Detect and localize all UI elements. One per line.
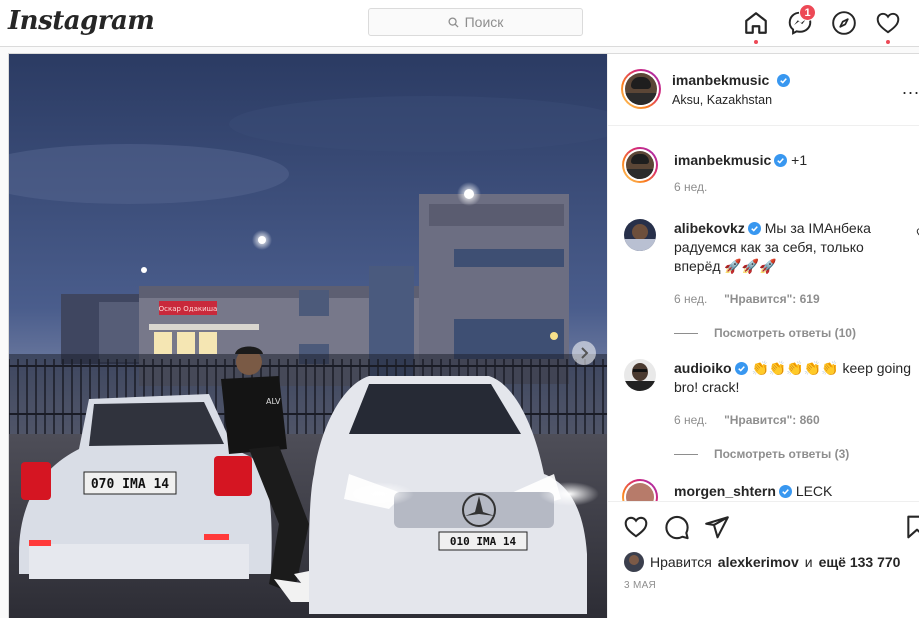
next-photo-button[interactable] xyxy=(572,341,596,365)
verified-badge-icon xyxy=(747,222,761,235)
more-options-button[interactable]: ... xyxy=(902,78,919,99)
verified-badge-icon xyxy=(734,362,748,375)
author-username[interactable]: imanbekmusic xyxy=(672,72,769,88)
verified-badge-icon xyxy=(776,74,790,87)
view-replies-button[interactable]: Посмотреть ответы (3) xyxy=(674,447,849,461)
like-icon[interactable] xyxy=(623,514,649,540)
view-replies-label: Посмотреть ответы (10) xyxy=(714,326,856,340)
compass-icon xyxy=(832,11,856,35)
comment-icon[interactable] xyxy=(664,514,690,540)
commenter-avatar[interactable] xyxy=(624,359,656,391)
comment-likes[interactable]: "Нравится": 619 xyxy=(724,292,820,306)
caption-avatar[interactable] xyxy=(626,151,654,179)
comment-time[interactable]: 6 нед. xyxy=(674,413,707,427)
post-photo[interactable]: Оскар Одакиша 070 IMA 14 ALV 010 IMA 14 xyxy=(9,54,607,618)
post-side-panel: imanbekmusic Aksu, Kazakhstan ... imanbe… xyxy=(607,54,919,618)
svg-text:Оскар Одакиша: Оскар Одакиша xyxy=(159,305,218,313)
activity-dot xyxy=(886,40,890,44)
verified-badge-icon xyxy=(774,154,788,167)
comment-username[interactable]: morgen_shtern xyxy=(674,483,776,499)
explore-button[interactable] xyxy=(831,10,857,36)
author-avatar[interactable] xyxy=(625,73,657,105)
comment-time[interactable]: 6 нед. xyxy=(674,180,707,194)
share-icon[interactable] xyxy=(704,514,730,540)
svg-text:ALV: ALV xyxy=(266,397,281,406)
liker-avatar xyxy=(624,552,644,572)
right-plate-text: 010 IMA 14 xyxy=(450,535,517,548)
comment-meta: 6 нед. "Нравится": 860 xyxy=(674,413,820,427)
photo-illustration: Оскар Одакиша 070 IMA 14 ALV 010 IMA 14 xyxy=(9,54,607,618)
verified-badge-icon xyxy=(778,485,792,498)
post-date[interactable]: 3 мая xyxy=(624,580,656,591)
home-button[interactable] xyxy=(743,10,769,44)
messages-badge: 1 xyxy=(799,4,816,21)
commenter-avatar[interactable] xyxy=(624,219,656,251)
view-replies-label: Посмотреть ответы (3) xyxy=(714,447,850,461)
home-icon xyxy=(745,12,767,34)
view-replies-button[interactable]: Посмотреть ответы (10) xyxy=(674,326,856,340)
nav-icons: 1 xyxy=(0,0,919,47)
likes-count[interactable]: ещё 133 770 xyxy=(819,554,901,570)
post-location[interactable]: Aksu, Kazakhstan xyxy=(672,93,772,107)
comment-meta: 6 нед. "Нравится": 619 xyxy=(674,292,820,306)
comment-username[interactable]: imanbekmusic xyxy=(674,152,771,168)
chevron-right-icon xyxy=(581,347,589,359)
likes-user[interactable]: alexkerimov xyxy=(718,554,799,570)
post-actions: Нравится alexkerimov и ещё 133 770 3 мая xyxy=(608,501,919,618)
comment-time[interactable]: 6 нед. xyxy=(674,292,707,306)
comment-username[interactable]: alibekovkz xyxy=(674,220,745,236)
likes-summary[interactable]: Нравится alexkerimov и ещё 133 770 xyxy=(624,552,900,572)
comment-text: +1 xyxy=(791,152,808,168)
comment-text: LECK xyxy=(795,483,833,499)
messages-button[interactable]: 1 xyxy=(787,4,816,36)
heart-icon xyxy=(876,12,900,34)
likes-prefix: Нравится xyxy=(650,554,712,570)
likes-and: и xyxy=(804,554,813,570)
comment-username[interactable]: audioiko xyxy=(674,360,732,376)
save-bookmark-icon[interactable] xyxy=(904,514,919,540)
comments-list: imanbekmusic +1 6 нед. alibekovkz Мы за … xyxy=(608,127,919,501)
comment-likes[interactable]: "Нравится": 860 xyxy=(724,413,820,427)
top-navigation-bar: Instagram Поиск 1 xyxy=(0,0,919,47)
activity-button[interactable] xyxy=(875,10,901,44)
left-plate-text: 070 IMA 14 xyxy=(91,477,169,492)
home-active-dot xyxy=(754,40,758,44)
post-header: imanbekmusic Aksu, Kazakhstan ... xyxy=(608,54,919,126)
